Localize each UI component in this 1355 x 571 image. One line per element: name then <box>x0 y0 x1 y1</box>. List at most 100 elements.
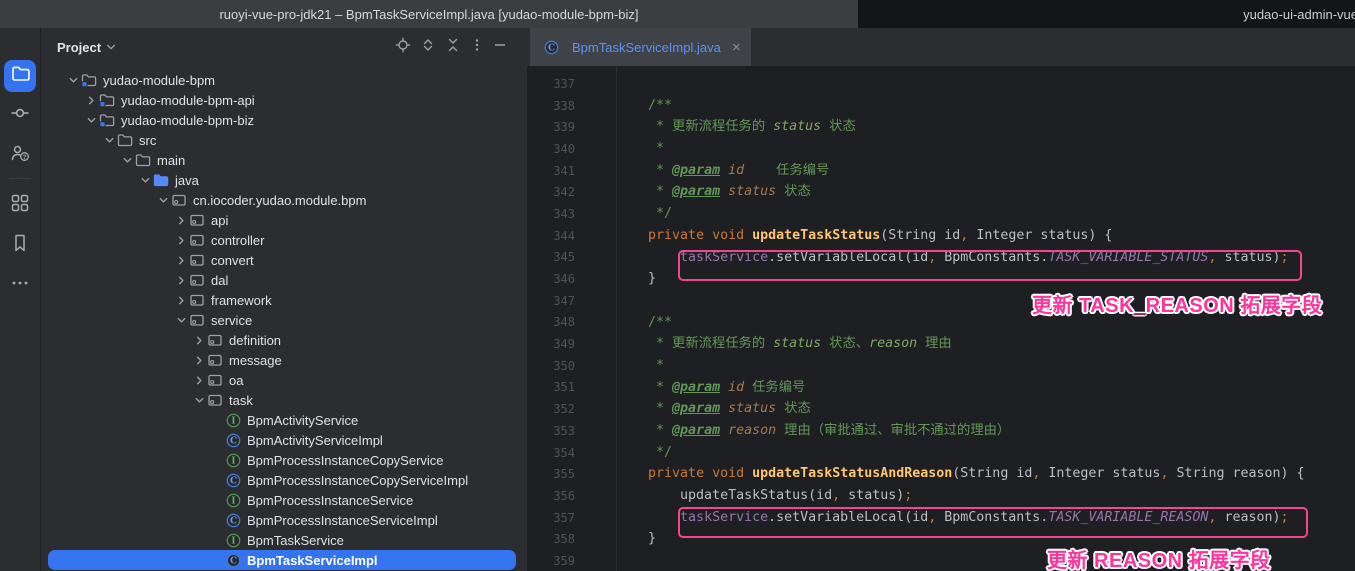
line-number[interactable]: 350 <box>527 359 575 373</box>
code-line-346[interactable]: 346 } <box>527 268 1355 290</box>
code-line-352[interactable]: 352 * @param status 状态 <box>527 398 1355 420</box>
code-line-344[interactable]: 344 private void updateTaskStatus(String… <box>527 225 1355 247</box>
code-line-356[interactable]: 356 updateTaskStatus(id, status); <box>527 485 1355 507</box>
code-line-358[interactable]: 358 } <box>527 528 1355 550</box>
chevron-down-icon[interactable] <box>65 72 81 88</box>
chevron-right-icon[interactable] <box>191 332 207 348</box>
tree-item-bpmprocessinstanceserviceimpl[interactable]: CBpmProcessInstanceServiceImpl <box>41 510 527 530</box>
background-window-titlebar[interactable]: yudao-ui-admin-vue <box>858 0 1355 28</box>
line-number[interactable]: 346 <box>527 272 575 286</box>
line-number[interactable]: 356 <box>527 489 575 503</box>
chevron-right-icon[interactable] <box>173 252 189 268</box>
tree-item-bpmprocessinstancecopyserviceimpl[interactable]: CBpmProcessInstanceCopyServiceImpl <box>41 470 527 490</box>
stripe-button-bookmarks[interactable] <box>4 229 36 261</box>
code-line-350[interactable]: 350 * <box>527 355 1355 377</box>
tree-item-src[interactable]: src <box>41 130 527 150</box>
line-number[interactable]: 337 <box>527 77 575 91</box>
tree-item-yudao-module-bpm-biz[interactable]: yudao-module-bpm-biz <box>41 110 527 130</box>
code-line-341[interactable]: 341 * @param id 任务编号 <box>527 160 1355 182</box>
line-number[interactable]: 352 <box>527 402 575 416</box>
chevron-down-icon[interactable] <box>173 312 189 328</box>
tree-item-bpmprocessinstanceservice[interactable]: IBpmProcessInstanceService <box>41 490 527 510</box>
code-line-340[interactable]: 340 * <box>527 138 1355 160</box>
chevron-down-icon[interactable] <box>155 192 171 208</box>
select-opened-file-button[interactable] <box>395 39 411 55</box>
tree-item-dal[interactable]: dal <box>41 270 527 290</box>
tree-item-framework[interactable]: framework <box>41 290 527 310</box>
tree-item-definition[interactable]: definition <box>41 330 527 350</box>
line-number[interactable]: 339 <box>527 120 575 134</box>
chevron-right-icon[interactable] <box>173 212 189 228</box>
code-line-351[interactable]: 351 * @param id 任务编号 <box>527 377 1355 399</box>
line-number[interactable]: 342 <box>527 185 575 199</box>
stripe-button-project[interactable] <box>4 60 36 92</box>
code-line-337[interactable]: 337 <box>527 73 1355 95</box>
line-number[interactable]: 354 <box>527 446 575 460</box>
tree-item-bpmactivityservice[interactable]: IBpmActivityService <box>41 410 527 430</box>
code-line-347[interactable]: 347 <box>527 290 1355 312</box>
tree-item-task[interactable]: task <box>41 390 527 410</box>
tree-item-yudao-module-bpm[interactable]: yudao-module-bpm <box>41 70 527 90</box>
line-number[interactable]: 349 <box>527 337 575 351</box>
line-number[interactable]: 347 <box>527 294 575 308</box>
tree-item-controller[interactable]: controller <box>41 230 527 250</box>
chevron-down-icon[interactable] <box>119 152 135 168</box>
chevron-right-icon[interactable] <box>173 232 189 248</box>
line-number[interactable]: 345 <box>527 250 575 264</box>
code-line-339[interactable]: 339 * 更新流程任务的 status 状态 <box>527 116 1355 138</box>
collapse-all-button[interactable] <box>445 39 461 55</box>
line-number[interactable]: 351 <box>527 380 575 394</box>
tab-BpmTaskServiceImpl[interactable]: C BpmTaskServiceImpl.java × <box>530 28 751 66</box>
chevron-right-icon[interactable] <box>173 292 189 308</box>
tree-item-convert[interactable]: convert <box>41 250 527 270</box>
line-number[interactable]: 343 <box>527 207 575 221</box>
code-area[interactable]: 337338 /**339 * 更新流程任务的 status 状态340 *34… <box>527 66 1355 571</box>
close-icon[interactable]: × <box>732 40 741 55</box>
stripe-button-commit[interactable] <box>4 99 36 131</box>
tree-item-message[interactable]: message <box>41 350 527 370</box>
chevron-right-icon[interactable] <box>173 272 189 288</box>
tree-item-main[interactable]: main <box>41 150 527 170</box>
tree-item-cn-iocoder-yudao-module-bpm[interactable]: cn.iocoder.yudao.module.bpm <box>41 190 527 210</box>
line-number[interactable]: 338 <box>527 99 575 113</box>
code-line-359[interactable]: 359 <box>527 550 1355 571</box>
line-number[interactable]: 358 <box>527 532 575 546</box>
chevron-right-icon[interactable] <box>191 372 207 388</box>
chevron-right-icon[interactable] <box>191 352 207 368</box>
project-panel-title[interactable]: Project <box>57 40 116 55</box>
code-line-349[interactable]: 349 * 更新流程任务的 status 状态、reason 理由 <box>527 333 1355 355</box>
code-line-342[interactable]: 342 * @param status 状态 <box>527 181 1355 203</box>
stripe-button-structure[interactable] <box>4 189 36 221</box>
line-number[interactable]: 355 <box>527 467 575 481</box>
tree-item-bpmtaskserviceimpl[interactable]: CBpmTaskServiceImpl <box>41 550 527 570</box>
tree-item-oa[interactable]: oa <box>41 370 527 390</box>
chevron-down-icon[interactable] <box>137 172 153 188</box>
code-line-345[interactable]: 345 taskService.setVariableLocal(id, Bpm… <box>527 247 1355 269</box>
tree-item-bpmtaskservice[interactable]: IBpmTaskService <box>41 530 527 550</box>
code-line-348[interactable]: 348 /** <box>527 312 1355 334</box>
line-number[interactable]: 357 <box>527 511 575 525</box>
line-number[interactable]: 340 <box>527 142 575 156</box>
line-number[interactable]: 348 <box>527 315 575 329</box>
options-button[interactable] <box>469 39 485 55</box>
expand-all-button[interactable] <box>420 39 436 55</box>
line-number[interactable]: 341 <box>527 164 575 178</box>
code-line-354[interactable]: 354 */ <box>527 442 1355 464</box>
tree-item-bpmprocessinstancecopyservice[interactable]: IBpmProcessInstanceCopyService <box>41 450 527 470</box>
code-line-353[interactable]: 353 * @param reason 理由（审批通过、审批不通过的理由） <box>527 420 1355 442</box>
tree-item-yudao-module-bpm-api[interactable]: yudao-module-bpm-api <box>41 90 527 110</box>
stripe-button-more-tool-windows[interactable] <box>4 269 36 301</box>
line-number[interactable]: 359 <box>527 554 575 568</box>
chevron-down-icon[interactable] <box>191 392 207 408</box>
code-line-338[interactable]: 338 /** <box>527 95 1355 117</box>
line-number[interactable]: 353 <box>527 424 575 438</box>
code-line-355[interactable]: 355 private void updateTaskStatusAndReas… <box>527 463 1355 485</box>
tree-item-bpmactivityserviceimpl[interactable]: CBpmActivityServiceImpl <box>41 430 527 450</box>
code-line-343[interactable]: 343 */ <box>527 203 1355 225</box>
tree-item-service[interactable]: service <box>41 310 527 330</box>
chevron-right-icon[interactable] <box>83 92 99 108</box>
tree-item-java[interactable]: java <box>41 170 527 190</box>
chevron-down-icon[interactable] <box>83 112 99 128</box>
code-line-357[interactable]: 357 taskService.setVariableLocal(id, Bpm… <box>527 507 1355 529</box>
stripe-button-pull-requests[interactable]: ? <box>4 139 36 171</box>
